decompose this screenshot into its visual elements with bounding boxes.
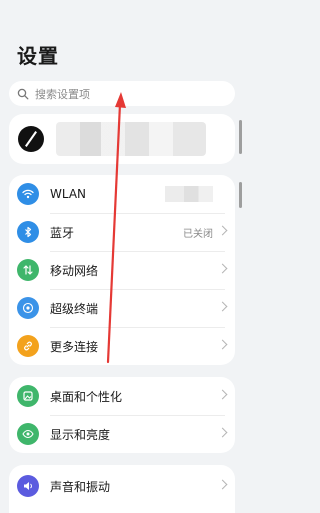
avatar bbox=[18, 126, 44, 152]
settings-item-bluetooth[interactable]: 蓝牙 已关闭 bbox=[9, 213, 235, 251]
settings-item-wlan[interactable]: WLAN bbox=[9, 175, 235, 213]
chevron-right-icon bbox=[217, 427, 228, 438]
settings-item-sound[interactable]: 声音和振动 bbox=[9, 465, 235, 507]
speaker-icon bbox=[17, 475, 39, 497]
bluetooth-status: 已关闭 bbox=[183, 228, 213, 240]
settings-item-label: 超级终端 bbox=[50, 301, 99, 316]
chevron-right-icon bbox=[217, 479, 228, 490]
settings-item-mobile-network[interactable]: 移动网络 bbox=[9, 251, 235, 289]
connectivity-group: WLAN 蓝牙 已关闭 移动网络 超级终端 更多连接 bbox=[9, 175, 235, 365]
super-terminal-icon bbox=[17, 297, 39, 319]
settings-item-display[interactable]: 显示和亮度 bbox=[9, 415, 235, 453]
scrollbar[interactable] bbox=[239, 182, 242, 208]
eye-icon bbox=[17, 423, 39, 445]
settings-item-label: 桌面和个性化 bbox=[50, 389, 123, 404]
search-bar[interactable]: 搜索设置项 bbox=[9, 81, 235, 106]
sound-group: 声音和振动 bbox=[9, 465, 235, 513]
settings-item-more-connections[interactable]: 更多连接 bbox=[9, 327, 235, 365]
settings-item-label: 蓝牙 bbox=[50, 225, 75, 240]
desktop-icon bbox=[17, 385, 39, 407]
wifi-icon bbox=[17, 183, 39, 205]
settings-item-label: 更多连接 bbox=[50, 339, 99, 354]
settings-item-super-terminal[interactable]: 超级终端 bbox=[9, 289, 235, 327]
chevron-right-icon bbox=[217, 301, 228, 312]
search-placeholder: 搜索设置项 bbox=[35, 87, 90, 101]
account-card[interactable] bbox=[9, 114, 235, 164]
link-icon bbox=[17, 335, 39, 357]
settings-item-label: 移动网络 bbox=[50, 263, 99, 278]
settings-item-label: WLAN bbox=[50, 187, 87, 201]
mobile-network-icon bbox=[17, 259, 39, 281]
settings-item-label: 显示和亮度 bbox=[50, 427, 111, 442]
settings-item-label: 声音和振动 bbox=[50, 479, 111, 494]
page-title: 设置 bbox=[17, 44, 59, 68]
scrollbar[interactable] bbox=[239, 120, 242, 154]
chevron-right-icon bbox=[217, 339, 228, 350]
wlan-network-blurred bbox=[165, 186, 213, 202]
chevron-right-icon bbox=[217, 263, 228, 274]
bluetooth-icon bbox=[17, 221, 39, 243]
settings-item-desktop[interactable]: 桌面和个性化 bbox=[9, 377, 235, 415]
search-icon bbox=[17, 88, 29, 99]
display-group: 桌面和个性化 显示和亮度 bbox=[9, 377, 235, 453]
chevron-right-icon bbox=[217, 389, 228, 400]
chevron-right-icon bbox=[217, 225, 228, 236]
account-info-blurred bbox=[56, 122, 206, 156]
